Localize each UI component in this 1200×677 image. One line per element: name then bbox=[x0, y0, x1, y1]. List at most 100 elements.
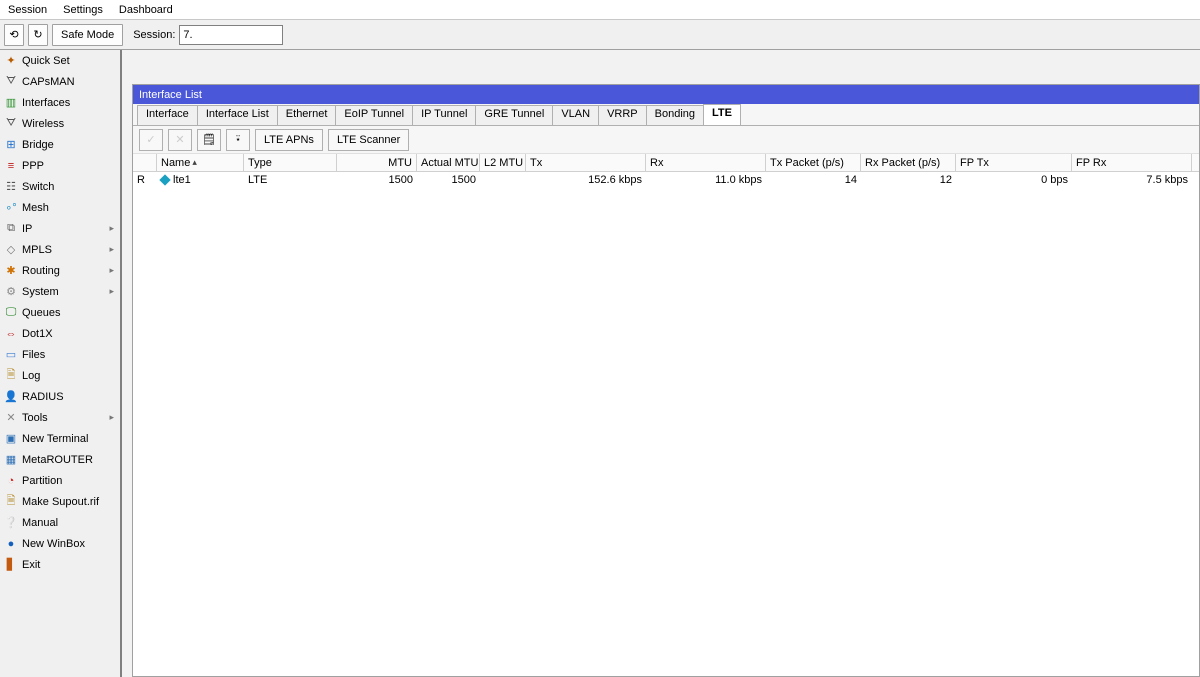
sidebar-item-supout[interactable]: 🗎Make Supout.rif bbox=[0, 491, 120, 512]
sidebar-item-switch[interactable]: ☷Switch bbox=[0, 176, 120, 197]
col-type[interactable]: Type bbox=[244, 154, 337, 171]
sidebar-item-interfaces[interactable]: ▥Interfaces bbox=[0, 92, 120, 113]
sidebar-item-exit[interactable]: ▋ Exit bbox=[0, 554, 120, 575]
cell-l2mtu bbox=[480, 172, 526, 188]
cell-fptx: 0 bps bbox=[956, 172, 1072, 188]
sidebar-item-capsman[interactable]: ᗊCAPsMAN bbox=[0, 71, 120, 92]
wireless-icon: ᗊ bbox=[4, 117, 18, 131]
sidebar-item-label: Exit bbox=[22, 559, 40, 571]
safe-mode-button[interactable]: Safe Mode bbox=[52, 24, 123, 46]
disable-button[interactable]: ✕ bbox=[168, 129, 192, 151]
interface-list-window: Interface List Interface Interface List … bbox=[132, 84, 1200, 677]
col-tx[interactable]: Tx bbox=[526, 154, 646, 171]
tab-interfacelist[interactable]: Interface List bbox=[197, 105, 278, 125]
funnel-icon: ⍣ bbox=[235, 133, 242, 146]
sidebar-item-terminal[interactable]: ▣New Terminal bbox=[0, 428, 120, 449]
tab-vrrp[interactable]: VRRP bbox=[598, 105, 647, 125]
col-flag[interactable] bbox=[133, 154, 157, 171]
sidebar-item-winbox[interactable]: ●New WinBox bbox=[0, 533, 120, 554]
sidebar-item-system[interactable]: ⚙System bbox=[0, 281, 120, 302]
sort-asc-icon: ▴ bbox=[192, 157, 197, 168]
globe-icon: ● bbox=[4, 537, 18, 551]
lte-apns-button[interactable]: LTE APNs bbox=[255, 129, 323, 151]
tab-lte[interactable]: LTE bbox=[703, 104, 741, 125]
sidebar-item-metarouter[interactable]: ▦MetaROUTER bbox=[0, 449, 120, 470]
sidebar: ✦Quick Set ᗊCAPsMAN ▥Interfaces ᗊ Wireles… bbox=[0, 50, 122, 677]
tools-icon: ✕ bbox=[4, 411, 18, 425]
sidebar-item-tools[interactable]: ✕Tools bbox=[0, 407, 120, 428]
tab-bonding[interactable]: Bonding bbox=[646, 105, 704, 125]
sidebar-item-radius[interactable]: 👤RADIUS bbox=[0, 386, 120, 407]
sidebar-item-log[interactable]: 🗎Log bbox=[0, 365, 120, 386]
redo-button[interactable]: ↻ bbox=[28, 24, 48, 46]
col-mtu[interactable]: MTU bbox=[337, 154, 417, 171]
cell-fprx: 7.5 kbps bbox=[1072, 172, 1192, 188]
menu-dashboard[interactable]: Dashboard bbox=[111, 2, 181, 18]
sidebar-item-ppp[interactable]: ≡PPP bbox=[0, 155, 120, 176]
col-txp[interactable]: Tx Packet (p/s) bbox=[766, 154, 861, 171]
wizard-icon: ✦ bbox=[4, 54, 18, 68]
sidebar-item-label: MPLS bbox=[22, 244, 52, 256]
tab-iptunnel[interactable]: IP Tunnel bbox=[412, 105, 476, 125]
main-toolbar: ⟲ ↻ Safe Mode Session: bbox=[0, 20, 1200, 50]
sidebar-item-label: Files bbox=[22, 349, 45, 361]
comment-button[interactable]: 🗒 bbox=[197, 129, 221, 151]
sidebar-item-queues[interactable]: 🖵 Queues bbox=[0, 302, 120, 323]
cell-rxp: 12 bbox=[861, 172, 956, 188]
sidebar-item-dot1x[interactable]: ⇔Dot1X bbox=[0, 323, 120, 344]
sidebar-item-label: System bbox=[22, 286, 59, 298]
sidebar-item-label: Routing bbox=[22, 265, 60, 277]
sidebar-item-files[interactable]: ▭ Files bbox=[0, 344, 120, 365]
note-icon: 🗒 bbox=[202, 133, 216, 146]
menu-settings[interactable]: Settings bbox=[55, 2, 111, 18]
tab-interface[interactable]: Interface bbox=[137, 105, 198, 125]
col-rx[interactable]: Rx bbox=[646, 154, 766, 171]
queue-icon: 🖵 bbox=[4, 306, 18, 320]
tab-vlan[interactable]: VLAN bbox=[552, 105, 599, 125]
sidebar-item-bridge[interactable]: ⊞Bridge bbox=[0, 134, 120, 155]
col-name[interactable]: Name▴ bbox=[157, 154, 244, 171]
partition-icon: ◔ bbox=[4, 474, 18, 488]
col-fptx[interactable]: FP Tx bbox=[956, 154, 1072, 171]
col-fprx[interactable]: FP Rx bbox=[1072, 154, 1192, 171]
sidebar-item-ip[interactable]: ⧉IP bbox=[0, 218, 120, 239]
back-icon: ⟲ bbox=[9, 28, 18, 41]
filter-button[interactable]: ⍣ bbox=[226, 129, 250, 151]
mesh-icon: ∘° bbox=[4, 201, 18, 215]
sidebar-item-label: Partition bbox=[22, 475, 62, 487]
sidebar-item-mpls[interactable]: ◇MPLS bbox=[0, 239, 120, 260]
sidebar-item-quickset[interactable]: ✦Quick Set bbox=[0, 50, 120, 71]
cell-flag: R bbox=[133, 172, 157, 188]
col-rxp[interactable]: Rx Packet (p/s) bbox=[861, 154, 956, 171]
sidebar-item-label: Wireless bbox=[22, 118, 64, 130]
sidebar-item-label: New Terminal bbox=[22, 433, 88, 445]
session-label: Session: bbox=[133, 29, 175, 41]
back-button[interactable]: ⟲ bbox=[4, 24, 24, 46]
sidebar-item-routing[interactable]: ✱Routing bbox=[0, 260, 120, 281]
check-icon: ✓ bbox=[146, 133, 155, 146]
table-row[interactable]: R lte1 LTE 1500 1500 152.6 kbps 11.0 kbp… bbox=[133, 172, 1199, 188]
session-input[interactable] bbox=[179, 25, 283, 45]
sidebar-item-label: Queues bbox=[22, 307, 61, 319]
sidebar-item-wireless[interactable]: ᗊ Wireless bbox=[0, 113, 120, 134]
cell-txp: 14 bbox=[766, 172, 861, 188]
sidebar-item-manual[interactable]: ❔Manual bbox=[0, 512, 120, 533]
col-amtu[interactable]: Actual MTU bbox=[417, 154, 480, 171]
menu-session[interactable]: Session bbox=[0, 2, 55, 18]
lte-scanner-button[interactable]: LTE Scanner bbox=[328, 129, 409, 151]
files-icon: ▭ bbox=[4, 348, 18, 362]
tab-gre[interactable]: GRE Tunnel bbox=[475, 105, 553, 125]
sidebar-item-label: Mesh bbox=[22, 202, 49, 214]
sidebar-item-label: Make Supout.rif bbox=[22, 496, 99, 508]
enable-button[interactable]: ✓ bbox=[139, 129, 163, 151]
sidebar-item-label: MetaROUTER bbox=[22, 454, 93, 466]
sidebar-item-partition[interactable]: ◔ Partition bbox=[0, 470, 120, 491]
col-l2mtu[interactable]: L2 MTU bbox=[480, 154, 526, 171]
sidebar-item-mesh[interactable]: ∘° Mesh bbox=[0, 197, 120, 218]
sidebar-item-label: Dot1X bbox=[22, 328, 53, 340]
menubar: Session Settings Dashboard bbox=[0, 0, 1200, 20]
sidebar-item-label: Bridge bbox=[22, 139, 54, 151]
exit-icon: ▋ bbox=[4, 558, 18, 572]
tab-eoip[interactable]: EoIP Tunnel bbox=[335, 105, 413, 125]
tab-ethernet[interactable]: Ethernet bbox=[277, 105, 337, 125]
